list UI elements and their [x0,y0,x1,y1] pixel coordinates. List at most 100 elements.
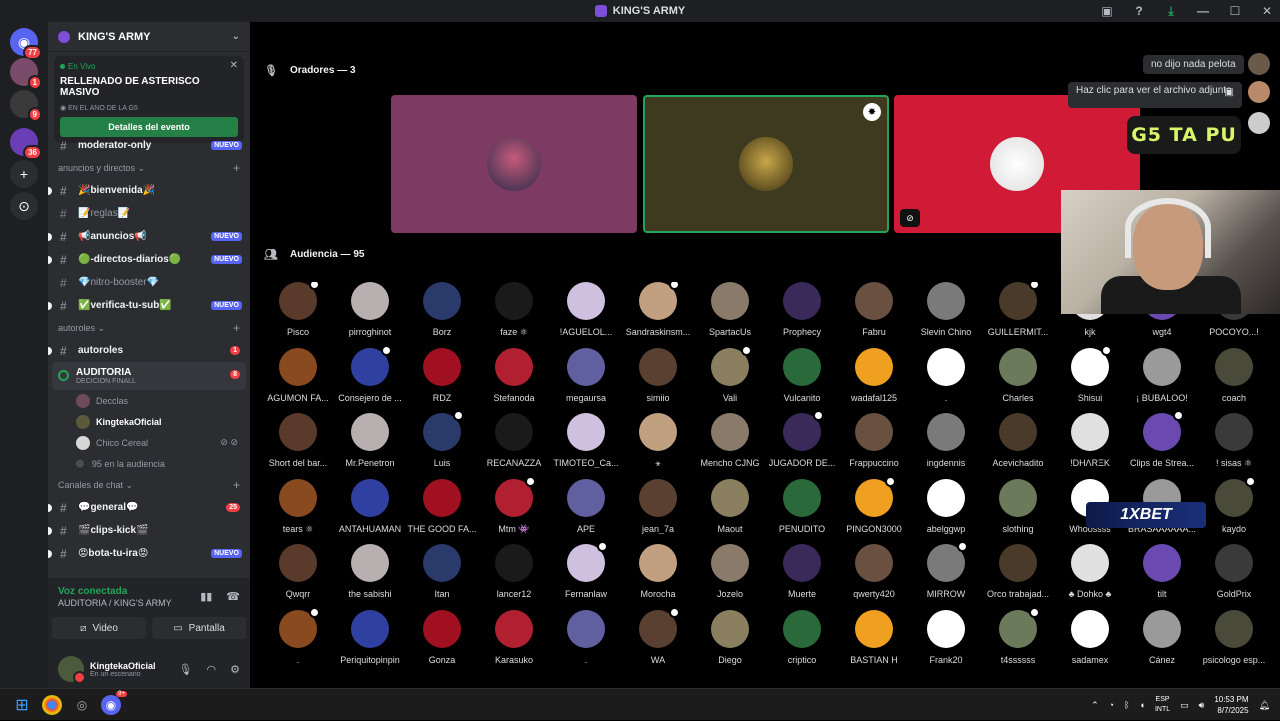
headphones-icon[interactable]: ◠ [207,663,217,676]
stage-member[interactable]: KingtekaOficial [48,411,250,432]
audience-member[interactable]: MIRROW [910,541,982,606]
stage-channel-auditoria[interactable]: AUDITORIA DECICION FINALL 8 [52,362,246,390]
audience-member[interactable]: lancer12 [478,544,550,606]
audience-member[interactable]: Mtm 👾 [478,475,550,541]
audience-member[interactable]: Consejero de ... [334,344,406,410]
audience-member[interactable]: Acevichadito [982,413,1054,475]
audience-member[interactable]: criptico [766,609,838,672]
audience-member[interactable]: Clips de Strea... [1126,410,1198,475]
audience-member[interactable]: Morocha [622,544,694,606]
server-icon-kings-army[interactable]: 36 [10,128,42,160]
channel-bienvenida[interactable]: # 🎉bienvenida🎉 [48,179,250,202]
audience-member[interactable]: APE [550,478,622,541]
audience-member[interactable]: !DHΛRΞK [1054,413,1126,475]
audience-member[interactable]: ♣ Dohko ♣ [1054,544,1126,606]
notification-icon[interactable]: 🔔︎ [1259,700,1270,711]
channel-anuncios[interactable]: # 📢anuncios📢 NUEVO [48,225,250,248]
clock[interactable]: 10:53 PM 8/7/2025 [1214,694,1248,716]
audience-member[interactable]: Shisui [1054,344,1126,410]
audience-member[interactable]: kaydo [1198,475,1270,541]
audience-member[interactable]: SpartacUs [694,282,766,344]
audience-member[interactable]: qwerty420 [838,544,910,606]
inbox-icon[interactable]: ▣ [1100,4,1114,18]
audience-member[interactable]: GoldPrix [1198,544,1270,606]
audience-member[interactable]: sadamex [1054,609,1126,672]
audience-member[interactable]: Maout [694,478,766,541]
audience-member[interactable]: slothing [982,478,1054,541]
chevron-up-icon[interactable]: ⌃ [1091,700,1099,711]
audience-member[interactable]: THE GOOD FA... [406,478,478,541]
server-icon-1[interactable]: 1 [10,58,42,90]
audience-member[interactable]: Diego [694,609,766,672]
attachment-message[interactable]: Haz clic para ver el archivo adjunto ▣ [1068,82,1242,108]
category-chat[interactable]: Canales de chat ⌄ + [48,474,250,496]
audience-member[interactable]: PENUDITO [766,478,838,541]
display-icon[interactable]: ▭ [1180,700,1189,711]
audience-member[interactable]: Prophecy [766,282,838,344]
home-button[interactable]: ◉ 77 [10,28,42,60]
speaker-tile-active[interactable]: ✸ [643,95,889,233]
audience-member[interactable]: ¡ BUBALOO! [1126,347,1198,410]
audience-member[interactable]: Itan [406,544,478,606]
bluetooth-icon[interactable]: ᛒ [1124,700,1129,710]
chrome-icon[interactable] [42,695,62,715]
add-server-button[interactable]: + [10,160,38,188]
audience-member[interactable]: AGUMON FA... [262,347,334,410]
audience-member[interactable]: the sabishi [334,544,406,606]
channel-reglas[interactable]: # 📝reglas📝 [48,202,250,225]
audience-member[interactable]: tilt [1126,544,1198,606]
audience-member[interactable]: wadafal125 [838,347,910,410]
app-icon[interactable]: ◎ [72,695,92,715]
audience-member[interactable]: TIMOTEO_Ca... [550,413,622,475]
close-icon[interactable]: ✕ [230,60,238,71]
audience-member[interactable]: Orco trabajad... [982,544,1054,606]
audience-member[interactable]: ⚹ [622,413,694,475]
network-icon[interactable]: ◔ [1109,700,1114,710]
audience-member[interactable]: Charles [982,347,1054,410]
audience-member[interactable]: Stefanoda [478,347,550,410]
audience-member[interactable]: Frappuccino [838,413,910,475]
add-channel-icon[interactable]: + [233,478,240,492]
audience-member[interactable]: Gonza [406,609,478,672]
volume-icon[interactable]: 🔊︎ [1199,700,1205,711]
audience-member[interactable]: megaursa [550,347,622,410]
channel-bota-tu-ira[interactable]: # 😡bota-tu-ira😡 NUEVO [48,542,250,565]
audience-member[interactable]: Borz [406,282,478,344]
audience-member[interactable]: !AGUELOL... [550,282,622,344]
audience-member[interactable]: faze ⚛ [478,282,550,344]
audience-member[interactable]: WA [622,606,694,672]
channel-clips-kick[interactable]: # 🎬clips-kick🎬 [48,519,250,542]
add-channel-icon[interactable]: + [233,321,240,335]
video-button[interactable]: ⧄ Video [52,617,146,639]
screen-share-button[interactable]: ▭ Pantalla [152,617,246,639]
audience-member[interactable]: Muerte [766,544,838,606]
mic-icon[interactable]: ◖ [1140,700,1145,710]
audience-count[interactable]: ◎ 95 en la audiencia [48,453,250,474]
audience-member[interactable]: jean_7a [622,478,694,541]
minimize-button[interactable]: — [1196,4,1210,18]
audience-member[interactable]: Frank20 [910,609,982,672]
audience-member[interactable]: Fabru [838,282,910,344]
audience-member[interactable]: ANTAHUAMAN [334,478,406,541]
audience-member[interactable]: RECANAZZA [478,413,550,475]
audience-member[interactable]: Karasuko [478,609,550,672]
audience-member[interactable]: ingdennis [910,413,982,475]
server-header[interactable]: KING'S ARMY ⌄ [48,22,250,52]
language-indicator[interactable]: ESP INTL [1155,695,1170,715]
audience-member[interactable]: Slevin Chino [910,282,982,344]
audience-member[interactable]: Vulcanito [766,347,838,410]
audience-member[interactable]: Mr.Penetron [334,413,406,475]
audience-member[interactable]: GUILLERMIT... [982,282,1054,344]
audience-member[interactable]: Vali [694,344,766,410]
gear-icon[interactable]: ⚙ [230,663,240,676]
audience-member[interactable]: abelggwp [910,478,982,541]
audience-member[interactable]: BASTIAN H [838,609,910,672]
channel-general[interactable]: # 💬general💬 25 [48,496,250,519]
microphone-icon[interactable]: 🎙︎ [179,663,193,676]
discord-taskbar-icon[interactable]: ◉ 9+ [101,691,127,715]
audience-member[interactable]: Mencho CJNG [694,413,766,475]
audience-member[interactable]: simiio [622,347,694,410]
audience-member[interactable]: Qwqrr [262,544,334,606]
help-icon[interactable]: ? [1132,4,1146,18]
audience-member[interactable]: Jozelo [694,544,766,606]
